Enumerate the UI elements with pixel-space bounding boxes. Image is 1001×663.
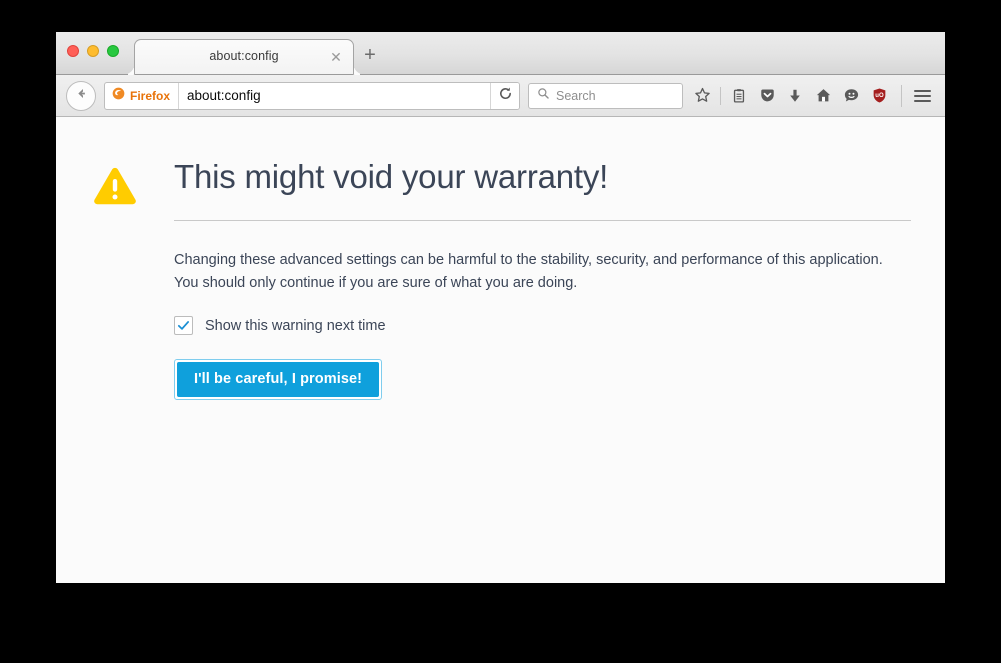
arrow-left-icon bbox=[74, 86, 89, 106]
warning-details: Changing these advanced settings can be … bbox=[92, 249, 911, 401]
menu-divider bbox=[901, 84, 902, 107]
ublock-origin-icon[interactable]: uO bbox=[866, 83, 892, 109]
hello-smiley-icon[interactable] bbox=[838, 83, 864, 109]
close-window-button[interactable] bbox=[67, 45, 79, 57]
firefox-logo-icon bbox=[112, 87, 125, 105]
tab-strip: about:config ✕ + bbox=[56, 32, 945, 75]
warning-triangle-icon bbox=[92, 159, 138, 213]
tab-title: about:config bbox=[209, 49, 279, 63]
tab-shoulder-left bbox=[125, 65, 134, 74]
checkmark-icon bbox=[177, 321, 190, 330]
menu-button[interactable] bbox=[909, 83, 935, 109]
bookmark-star-icon[interactable] bbox=[689, 83, 715, 109]
home-icon[interactable] bbox=[810, 83, 836, 109]
page-content: This might void your warranty! Changing … bbox=[56, 117, 945, 583]
library-icon[interactable] bbox=[726, 83, 752, 109]
search-bar[interactable]: Search bbox=[528, 82, 683, 109]
accept-risk-button[interactable]: I'll be careful, I promise! bbox=[177, 362, 380, 398]
new-tab-button[interactable]: + bbox=[358, 45, 382, 67]
toolbar-icons: uO bbox=[683, 83, 935, 109]
show-warning-checkbox-label: Show this warning next time bbox=[205, 317, 386, 334]
warning-body: This might void your warranty! bbox=[138, 158, 911, 222]
downloads-icon[interactable] bbox=[782, 83, 808, 109]
identity-box[interactable]: Firefox bbox=[105, 82, 180, 109]
warning-panel: This might void your warranty! Changing … bbox=[92, 158, 911, 401]
toolbar-divider bbox=[720, 86, 721, 105]
page-title: This might void your warranty! bbox=[174, 158, 609, 195]
show-warning-checkbox-row[interactable]: Show this warning next time bbox=[174, 316, 911, 336]
hamburger-bar bbox=[913, 94, 931, 97]
accept-risk-button-focus-ring: I'll be careful, I promise! bbox=[174, 359, 383, 401]
show-warning-checkbox[interactable] bbox=[174, 316, 193, 336]
identity-label: Firefox bbox=[130, 88, 171, 103]
search-icon bbox=[537, 87, 550, 105]
window-controls bbox=[67, 45, 119, 57]
reload-button[interactable] bbox=[490, 82, 519, 109]
title-divider bbox=[174, 220, 911, 222]
browser-window: about:config ✕ + Firefox about:config Se… bbox=[56, 32, 945, 583]
svg-text:uO: uO bbox=[875, 93, 884, 99]
pocket-icon[interactable] bbox=[754, 83, 780, 109]
warning-header: This might void your warranty! bbox=[92, 158, 911, 222]
search-input[interactable]: Search bbox=[556, 89, 596, 103]
navigation-toolbar: Firefox about:config Search uO bbox=[56, 75, 945, 117]
reload-icon bbox=[498, 86, 513, 106]
url-bar[interactable]: Firefox about:config bbox=[104, 81, 520, 110]
close-icon[interactable]: ✕ bbox=[329, 50, 343, 64]
minimize-window-button[interactable] bbox=[87, 45, 99, 57]
hamburger-bar bbox=[913, 89, 931, 92]
back-button[interactable] bbox=[66, 80, 96, 111]
hamburger-bar bbox=[913, 99, 931, 102]
warning-description: Changing these advanced settings can be … bbox=[174, 252, 883, 291]
tab-about-config[interactable]: about:config ✕ bbox=[134, 39, 354, 74]
url-input[interactable]: about:config bbox=[179, 83, 490, 109]
zoom-window-button[interactable] bbox=[107, 45, 119, 57]
